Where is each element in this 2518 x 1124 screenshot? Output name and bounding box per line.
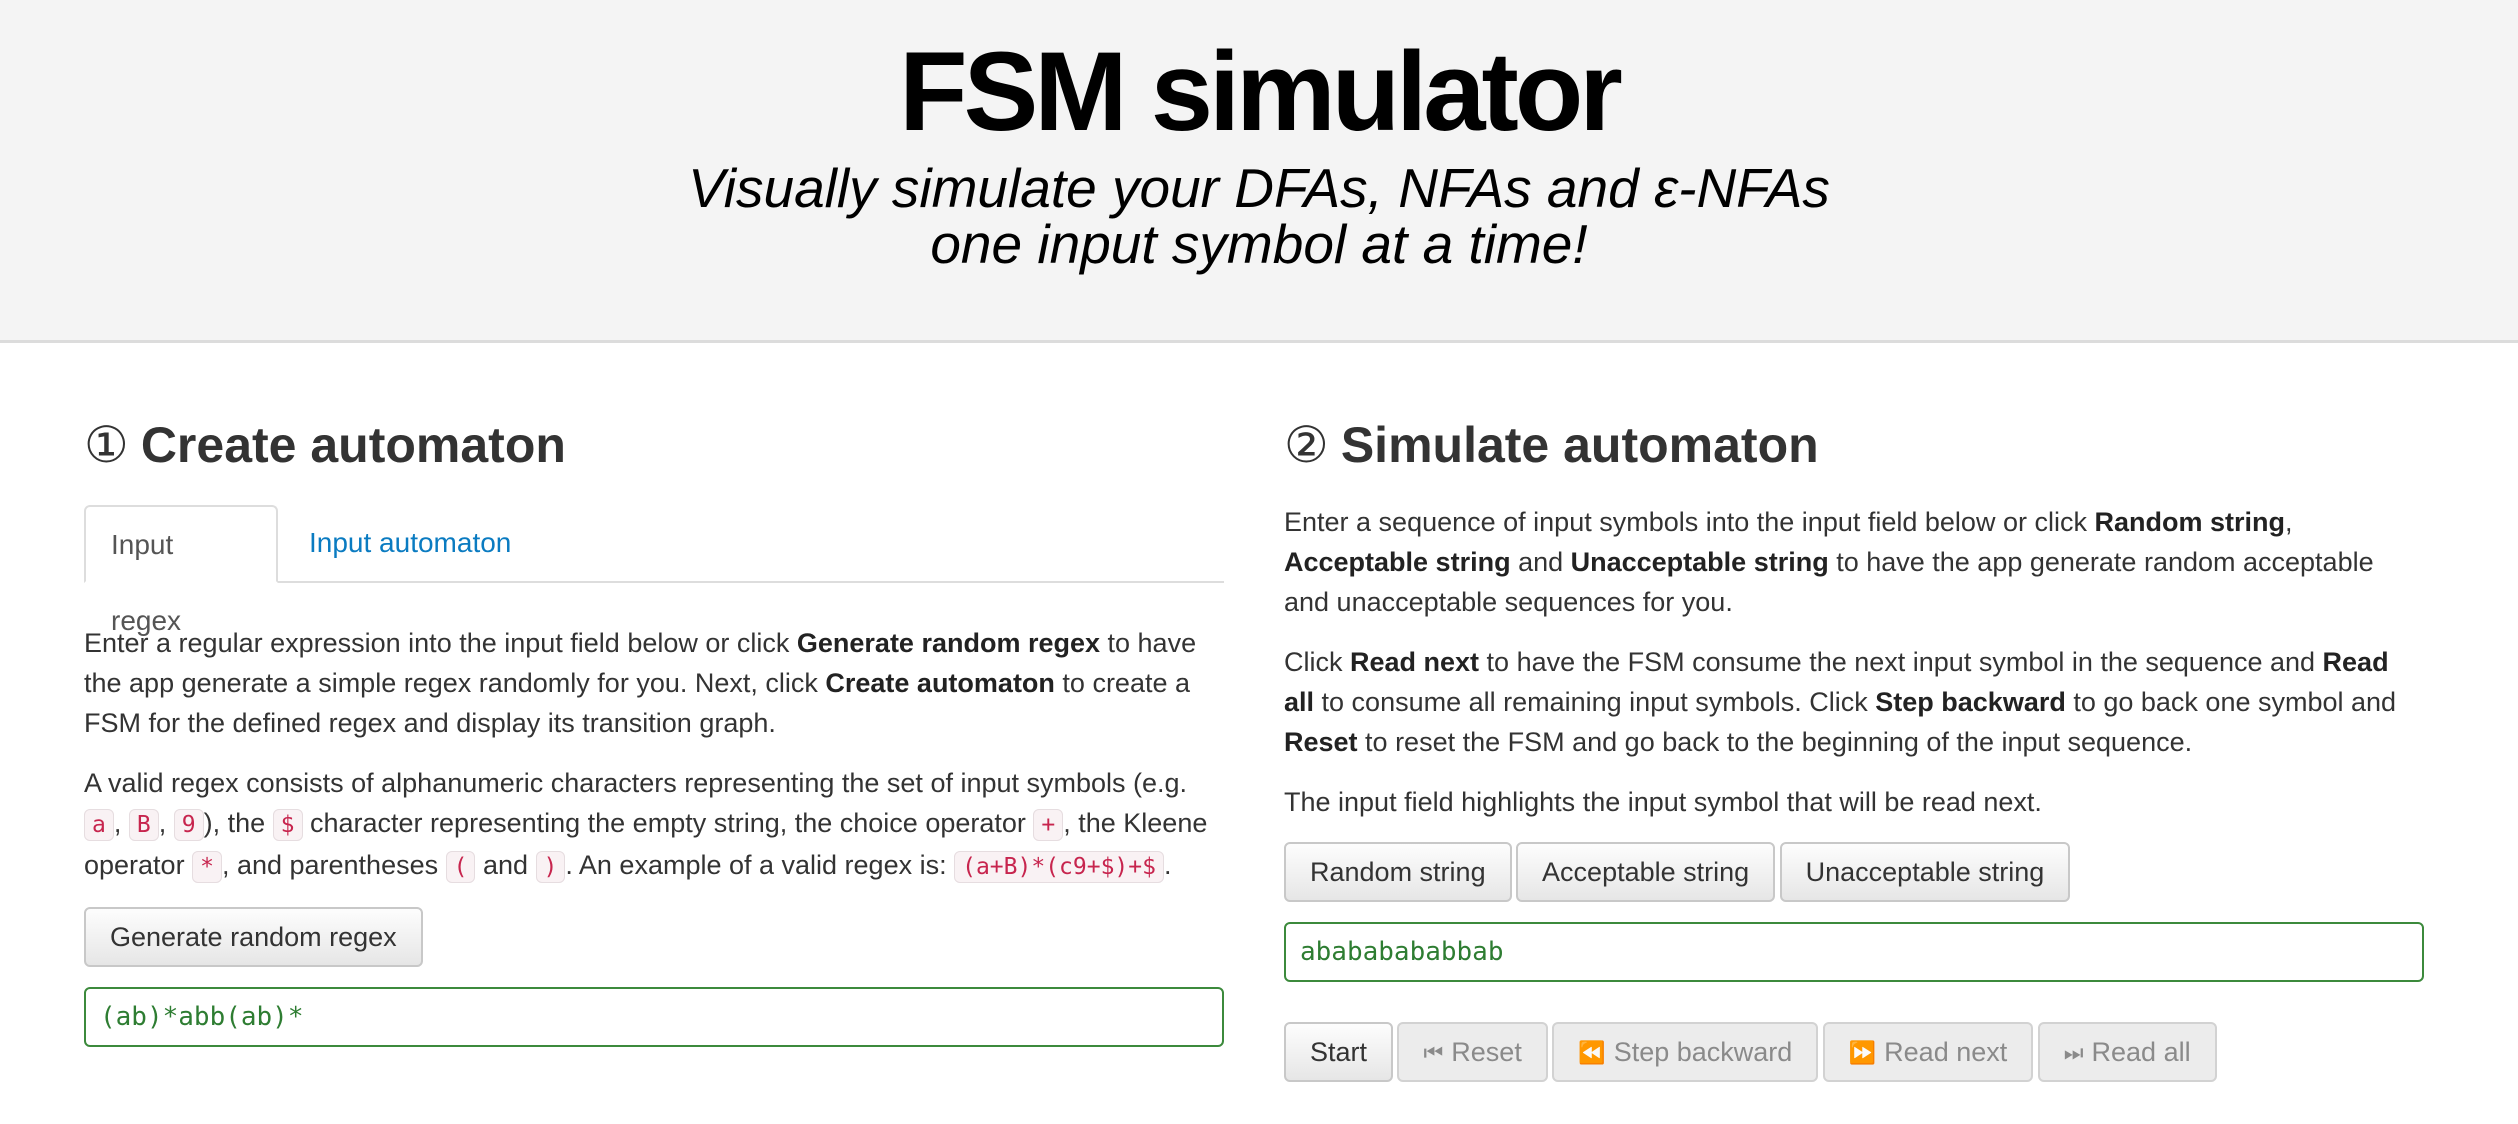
regex-input[interactable]: (ab)*abb(ab)* xyxy=(84,987,1224,1047)
tab-input-automaton[interactable]: Input automaton xyxy=(284,505,536,581)
code-symbol: 9 xyxy=(173,809,204,841)
simulate-automaton-panel: ② Simulate automaton Enter a sequence of … xyxy=(1284,400,2424,1082)
fast-forward-icon: ⏩ xyxy=(1848,1040,1877,1065)
simulate-automaton-heading: ② Simulate automaton xyxy=(1284,400,2424,490)
example-regex: (a+B)*(c9+$)+$ xyxy=(954,851,1164,883)
bold-text: Step backward xyxy=(1875,687,2066,717)
start-button[interactable]: Start xyxy=(1284,1022,1394,1082)
code-symbol: * xyxy=(192,851,222,883)
text: ), the xyxy=(203,808,273,838)
text: , xyxy=(158,808,174,838)
bold-text: Generate random regex xyxy=(796,628,1101,658)
text: Click xyxy=(1284,647,1350,677)
text: and xyxy=(1510,547,1571,577)
create-automaton-panel: ① Create automaton Input regex Input auto… xyxy=(84,400,1224,1047)
header-banner: FSM simulator Visually simulate your DFA… xyxy=(0,0,2518,343)
text: A valid regex consists of alphanumeric c… xyxy=(84,768,1188,798)
code-symbol: ) xyxy=(535,851,566,883)
create-automaton-title: Create automaton xyxy=(140,417,566,473)
code-symbol: + xyxy=(1033,809,1064,841)
code-symbol: a xyxy=(84,809,114,841)
tab-input-regex[interactable]: Input regex xyxy=(84,505,278,636)
read-next-button[interactable]: ⏩ Read next xyxy=(1822,1022,2034,1082)
skip-forward-icon: ⏭ xyxy=(2063,1040,2084,1065)
bold-text: Acceptable string xyxy=(1284,547,1511,577)
read-next-label: Read next xyxy=(1884,1037,2008,1067)
read-all-button[interactable]: ⏭ Read all xyxy=(2037,1022,2217,1082)
code-symbol: $ xyxy=(272,809,303,841)
simulation-controls: Start ⏮ Reset ⏪ Step backward ⏩ Read next ⏭… xyxy=(1284,1022,2424,1082)
input-tabs: Input regex Input automaton xyxy=(84,505,1224,636)
string-instructions: Enter a sequence of input symbols into t… xyxy=(1284,502,2424,622)
text: character representing the empty string,… xyxy=(302,808,1034,838)
code-symbol: ( xyxy=(445,851,476,883)
simulate-automaton-title: Simulate automaton xyxy=(1340,417,1819,473)
text: to consume all remaining input symbols. … xyxy=(1314,687,1876,717)
generate-random-regex-button[interactable]: Generate random regex xyxy=(84,907,423,967)
bold-text: Unacceptable string xyxy=(1570,547,1829,577)
subtitle-line-1: Visually simulate your DFAs, NFAs and ε-… xyxy=(688,157,1830,219)
input-string-field[interactable]: abababababbab xyxy=(1284,922,2424,982)
bold-text: Reset xyxy=(1284,727,1358,757)
read-all-label: Read all xyxy=(2091,1037,2191,1067)
rewind-icon: ⏪ xyxy=(1578,1040,1606,1065)
random-string-button[interactable]: Random string xyxy=(1284,842,1512,902)
app-subtitle: Visually simulate your DFAs, NFAs and ε-… xyxy=(0,160,2518,272)
step-backward-label: Step backward xyxy=(1613,1037,1793,1067)
app-title: FSM simulator xyxy=(899,29,1623,154)
bold-text: Read next xyxy=(1350,647,1480,677)
skip-back-icon: ⏮ xyxy=(1423,1040,1444,1065)
step-two-number: ② xyxy=(1284,417,1329,473)
text: . An example of a valid regex is: xyxy=(565,850,955,880)
regex-instructions: Enter a regular expression into the inpu… xyxy=(84,623,1224,743)
highlight-note: The input field highlights the input sym… xyxy=(1284,787,2042,817)
text: to go back one symbol and xyxy=(2065,687,2397,717)
string-generator-buttons: Random string Acceptable string Unaccept… xyxy=(1284,842,2424,902)
reset-button[interactable]: ⏮ Reset xyxy=(1397,1022,1548,1082)
text: , xyxy=(113,808,129,838)
text: Enter a regular expression into the inpu… xyxy=(84,628,797,658)
text: Enter a sequence of input symbols into t… xyxy=(1284,507,2095,537)
step-backward-button[interactable]: ⏪ Step backward xyxy=(1552,1022,1819,1082)
text: to reset the FSM and go back to the begi… xyxy=(1357,727,2193,757)
text: , xyxy=(2284,507,2293,537)
bold-text: Create automaton xyxy=(825,668,1055,698)
subtitle-line-2: one input symbol at a time! xyxy=(930,213,1588,275)
bold-text: Random string xyxy=(2094,507,2285,537)
text: and xyxy=(475,850,536,880)
acceptable-string-button[interactable]: Acceptable string xyxy=(1516,842,1776,902)
step-one-number: ① xyxy=(84,417,129,473)
control-instructions: Click Read next to have the FSM consume … xyxy=(1284,642,2424,762)
unacceptable-string-button[interactable]: Unacceptable string xyxy=(1779,842,2071,902)
text: . xyxy=(1163,850,1172,880)
text: to have the FSM consume the next input s… xyxy=(1479,647,2323,677)
regex-syntax-help: A valid regex consists of alphanumeric c… xyxy=(84,763,1224,887)
reset-label: Reset xyxy=(1451,1037,1522,1067)
create-automaton-heading: ① Create automaton xyxy=(84,400,1224,490)
code-symbol: B xyxy=(128,809,159,841)
text: , and parentheses xyxy=(221,850,446,880)
